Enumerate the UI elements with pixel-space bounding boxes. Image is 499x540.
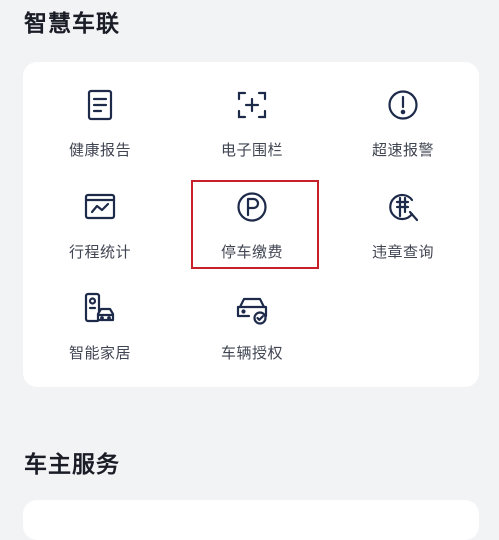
tile-label: 智能家居: [68, 344, 131, 362]
tile-label: 车辆授权: [220, 344, 283, 362]
tile-trip-stats[interactable]: 行程统计: [40, 190, 160, 280]
section-title-smart-car: 智慧车联: [24, 11, 120, 37]
tile-label: 超速报警: [371, 141, 434, 159]
tile-label: 违章查询: [371, 243, 434, 261]
tile-speed-alert[interactable]: 超速报警: [343, 88, 463, 178]
car-authorize-icon: [235, 291, 269, 325]
tile-smart-home[interactable]: 智能家居: [40, 291, 160, 381]
tile-label: 行程统计: [68, 243, 131, 261]
tile-label: 电子围栏: [220, 141, 283, 159]
fence-plus-icon: [235, 88, 269, 122]
highlight-box: [191, 180, 319, 269]
tile-violation-query[interactable]: 违章查询: [343, 190, 463, 280]
violation-search-icon: [386, 190, 420, 224]
section-title-owner-service: 车主服务: [24, 452, 120, 478]
document-icon: [83, 88, 117, 122]
alert-icon: [386, 88, 420, 122]
tile-health-report[interactable]: 健康报告: [40, 88, 160, 178]
smart-home-icon: [83, 291, 117, 325]
chart-card-icon: [83, 190, 117, 224]
owner-service-card: [23, 500, 479, 540]
tile-vehicle-authorization[interactable]: 车辆授权: [192, 291, 312, 381]
tile-geo-fence[interactable]: 电子围栏: [192, 88, 312, 178]
tile-label: 健康报告: [68, 141, 131, 159]
